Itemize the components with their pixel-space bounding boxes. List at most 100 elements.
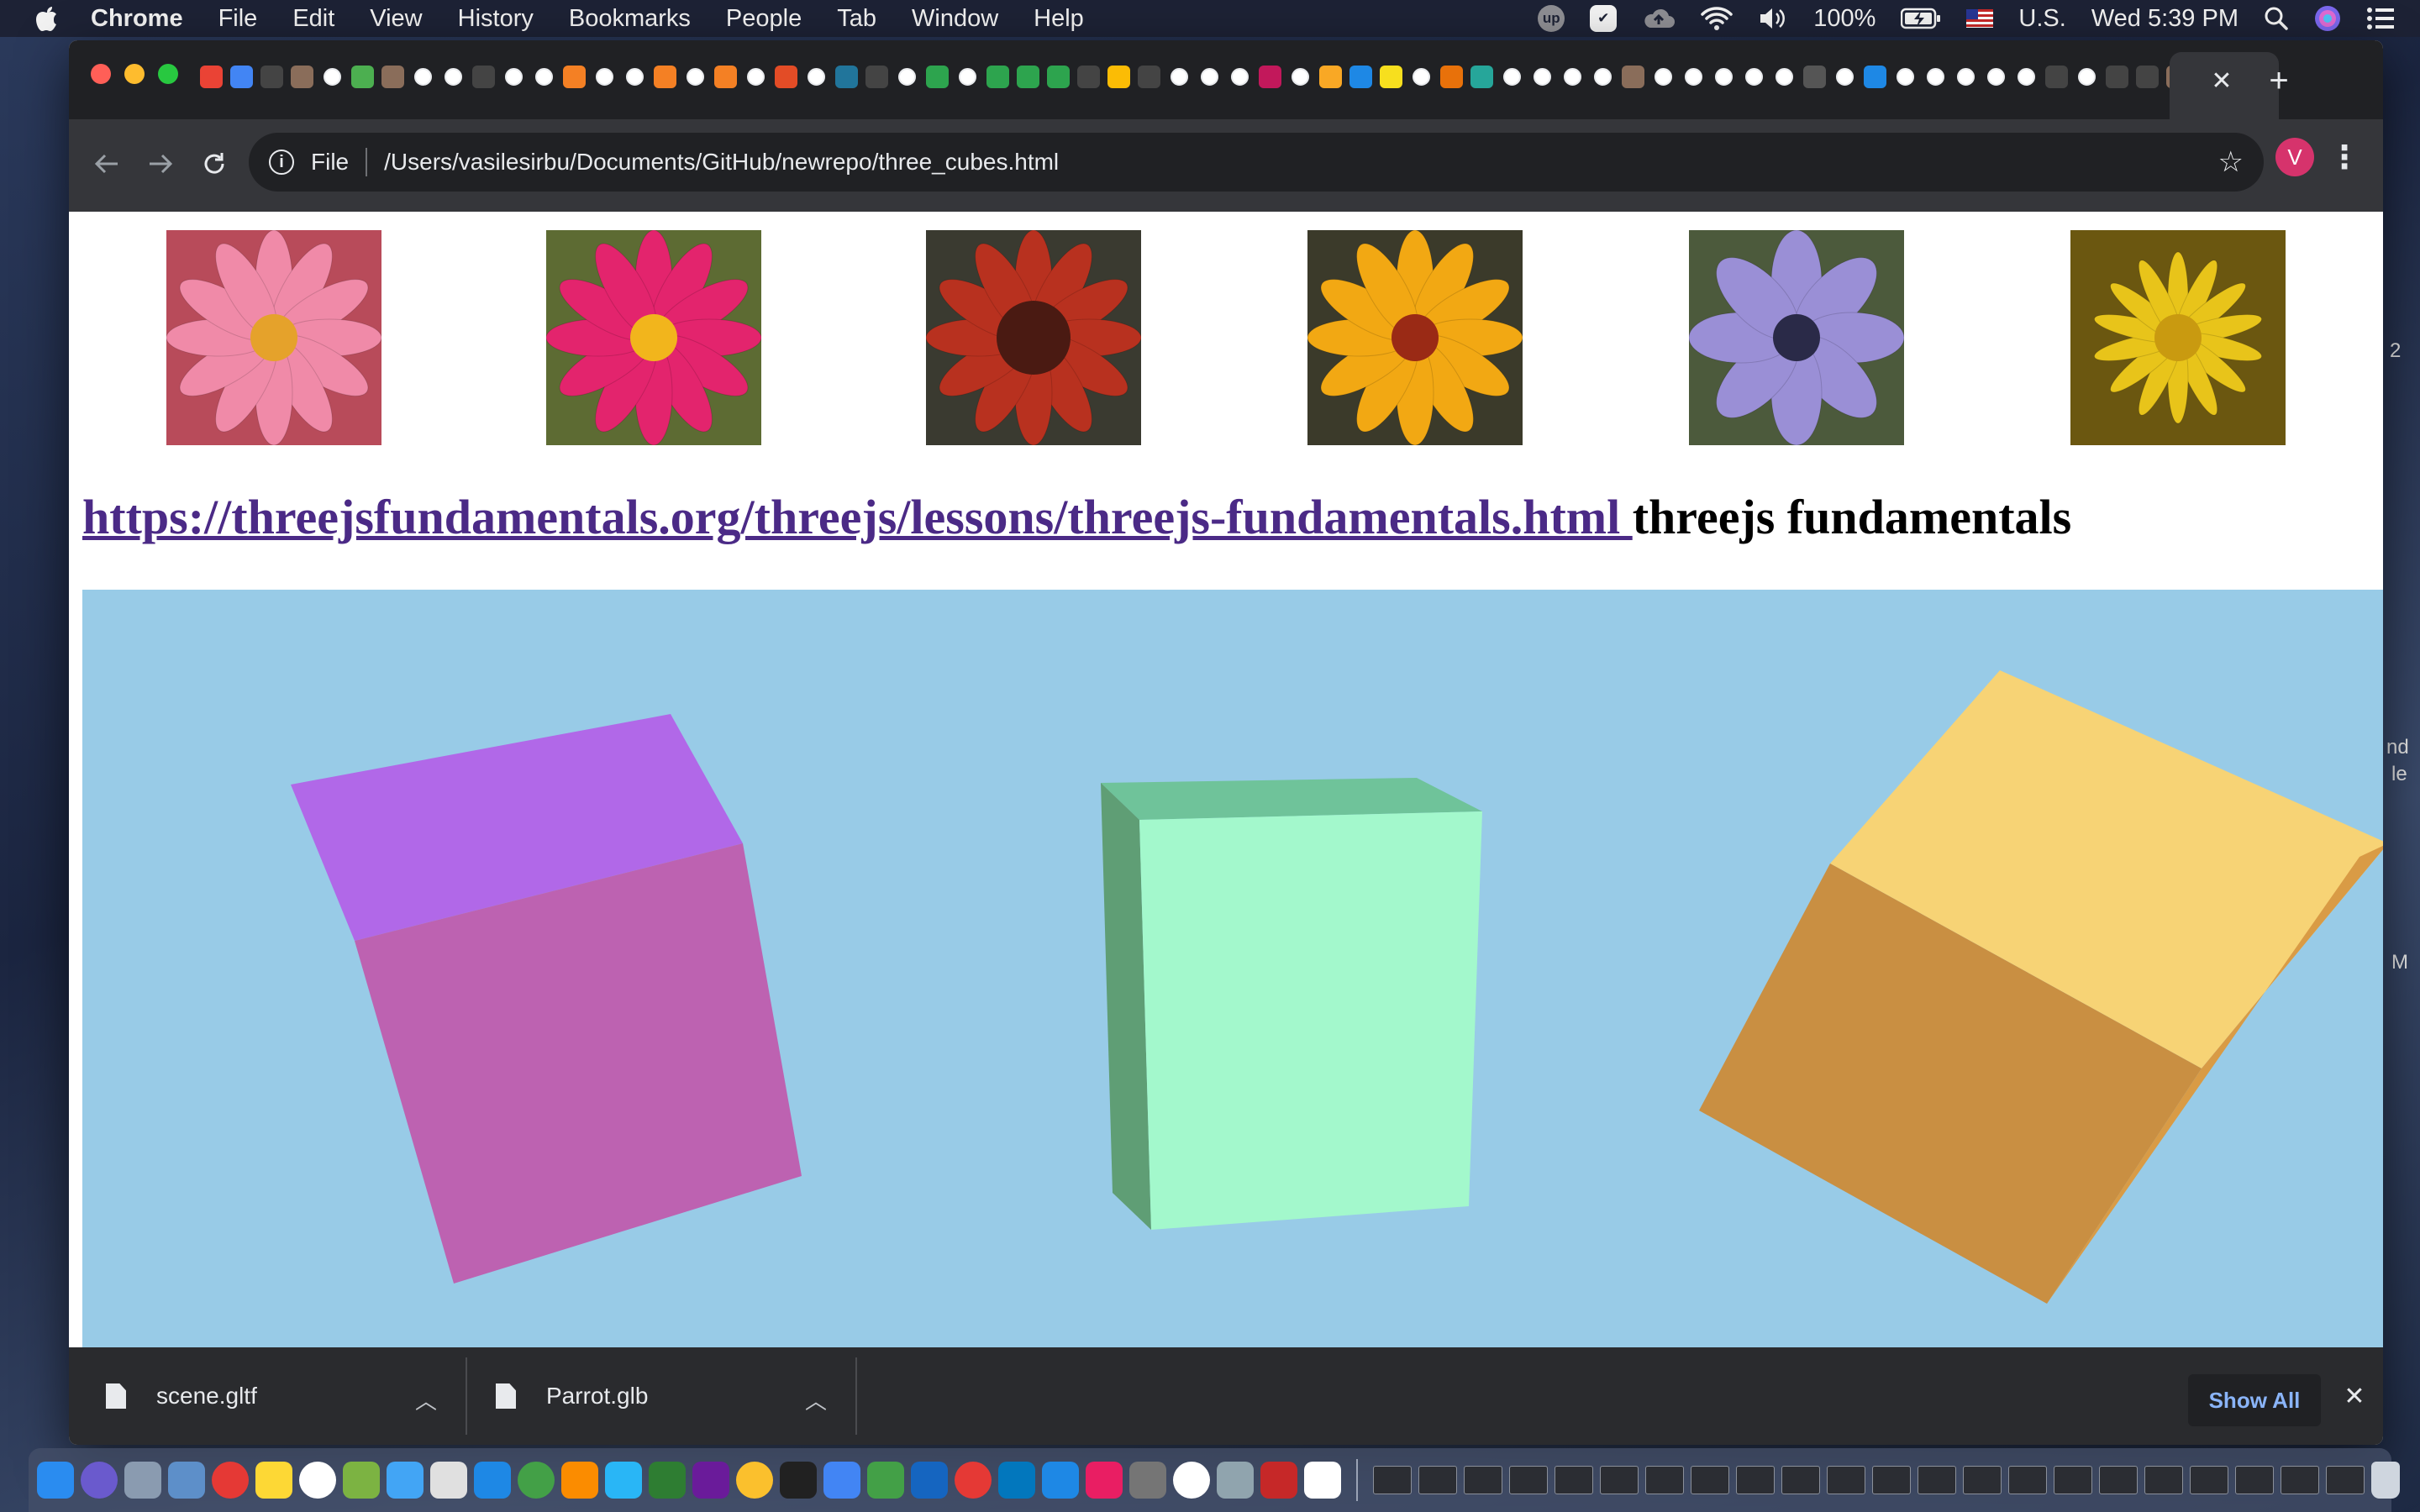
notification-center-icon[interactable] — [2366, 7, 2395, 30]
tab-favicon-icon[interactable] — [2015, 66, 2038, 88]
dock-app-icon[interactable] — [474, 1462, 511, 1499]
profile-avatar[interactable]: V — [2275, 138, 2314, 176]
menu-app-chrome[interactable]: Chrome — [91, 5, 183, 33]
tab-favicon-icon[interactable] — [926, 66, 949, 88]
tab-favicon-icon[interactable] — [1168, 66, 1191, 88]
dock-minimized-window[interactable] — [1963, 1466, 2002, 1494]
tab-favicon-icon[interactable] — [1712, 66, 1735, 88]
dock-app-icon[interactable] — [212, 1462, 249, 1499]
dock-minimized-window[interactable] — [1736, 1466, 1775, 1494]
tab-favicon-icon[interactable] — [2075, 66, 2098, 88]
tab-favicon-icon[interactable] — [472, 66, 495, 88]
menu-window[interactable]: Window — [912, 5, 998, 33]
tab-favicon-icon[interactable] — [956, 66, 979, 88]
checkmark-icon[interactable]: ✔ — [1590, 5, 1618, 32]
tab-favicon-icon[interactable] — [1985, 66, 2007, 88]
tab-favicon-icon[interactable] — [2136, 66, 2159, 88]
tab-favicon-icon[interactable] — [1803, 66, 1826, 88]
menu-history[interactable]: History — [458, 5, 534, 33]
tab-favicon-icon[interactable] — [260, 66, 283, 88]
dock-app-icon[interactable] — [692, 1462, 729, 1499]
dock-minimized-window[interactable] — [1918, 1466, 1956, 1494]
tab-favicon-icon[interactable] — [1773, 66, 1796, 88]
dock-minimized-window[interactable] — [2190, 1466, 2228, 1494]
dock-app-icon[interactable] — [561, 1462, 598, 1499]
dock-app-icon[interactable] — [81, 1462, 118, 1499]
menu-tab[interactable]: Tab — [837, 5, 876, 33]
tab-favicon-icon[interactable] — [1259, 66, 1281, 88]
tab-favicon-icon[interactable] — [896, 66, 918, 88]
tab-favicon-icon[interactable] — [623, 66, 646, 88]
tab-favicon-icon[interactable] — [563, 66, 586, 88]
chrome-menu-icon[interactable]: ⋮ — [2328, 138, 2361, 176]
tab-favicon-icon[interactable] — [1198, 66, 1221, 88]
tab-favicon-icon[interactable] — [412, 66, 434, 88]
chevron-up-icon[interactable]: ︿ — [805, 1384, 827, 1415]
menu-edit[interactable]: Edit — [292, 5, 334, 33]
dock-minimized-window[interactable] — [1827, 1466, 1865, 1494]
dock-app-icon[interactable] — [255, 1462, 292, 1499]
dock-app-icon[interactable] — [299, 1462, 336, 1499]
dock-app-icon[interactable] — [867, 1462, 904, 1499]
tab-favicon-icon[interactable] — [2106, 66, 2128, 88]
dock-minimized-window[interactable] — [1509, 1466, 1548, 1494]
dock-minimized-window[interactable] — [1373, 1466, 1412, 1494]
dock-minimized-window[interactable] — [1418, 1466, 1457, 1494]
dock-minimized-window[interactable] — [1645, 1466, 1684, 1494]
address-bar[interactable]: i File /Users/vasilesirbu/Documents/GitH… — [249, 133, 2264, 192]
tab-favicon-icon[interactable] — [230, 66, 253, 88]
tab-favicon-icon[interactable] — [1077, 66, 1100, 88]
us-flag-icon[interactable] — [1966, 9, 1994, 28]
tab-favicon-icon[interactable] — [1440, 66, 1463, 88]
forward-button[interactable] — [139, 143, 182, 185]
tab-favicon-icon[interactable] — [1864, 66, 1886, 88]
tab-favicon-icon[interactable] — [684, 66, 707, 88]
tab-favicon-icon[interactable] — [351, 66, 374, 88]
dock-app-icon[interactable] — [124, 1462, 161, 1499]
dock-app-icon[interactable] — [1304, 1462, 1341, 1499]
dock-app-icon[interactable] — [823, 1462, 860, 1499]
tab-favicon-icon[interactable] — [775, 66, 797, 88]
tab-favicon-icon[interactable] — [744, 66, 767, 88]
dock-app-icon[interactable] — [1260, 1462, 1297, 1499]
input-source-label[interactable]: U.S. — [2018, 5, 2065, 33]
tab-favicon-icon[interactable] — [1682, 66, 1705, 88]
dock-app-icon[interactable] — [1217, 1462, 1254, 1499]
spotlight-search-icon[interactable] — [2264, 6, 2289, 31]
download-item-parrot-glb[interactable]: Parrot.glb — [496, 1347, 648, 1445]
tab-favicon-icon[interactable] — [1954, 66, 1977, 88]
tab-favicon-icon[interactable] — [1349, 66, 1372, 88]
dock-app-icon[interactable] — [343, 1462, 380, 1499]
tab-favicon-icon[interactable] — [321, 66, 344, 88]
dock-minimized-window[interactable] — [2326, 1466, 2365, 1494]
menu-people[interactable]: People — [726, 5, 802, 33]
tab-favicon-icon[interactable] — [442, 66, 465, 88]
tab-favicon-icon[interactable] — [1833, 66, 1856, 88]
dock-minimized-window[interactable] — [2054, 1466, 2092, 1494]
threejs-fundamentals-link[interactable]: https://threejsfundamentals.org/threejs/… — [82, 490, 1633, 544]
dock-app-icon[interactable] — [736, 1462, 773, 1499]
dock-app-icon[interactable] — [518, 1462, 555, 1499]
reload-button[interactable] — [193, 143, 235, 185]
dock-app-icon[interactable] — [1086, 1462, 1123, 1499]
tab-favicon-icon[interactable] — [835, 66, 858, 88]
tab-favicon-icon[interactable] — [1622, 66, 1644, 88]
tab-favicon-icon[interactable] — [502, 66, 525, 88]
dock-minimized-window[interactable] — [2281, 1466, 2319, 1494]
menu-bookmarks[interactable]: Bookmarks — [569, 5, 691, 33]
tab-favicon-icon[interactable] — [1531, 66, 1554, 88]
tab-favicon-icon[interactable] — [865, 66, 888, 88]
dock-minimized-window[interactable] — [1691, 1466, 1729, 1494]
download-item-scene-gltf[interactable]: scene.gltf — [106, 1347, 257, 1445]
dock-app-icon[interactable] — [911, 1462, 948, 1499]
tab-favicon-icon[interactable] — [1652, 66, 1675, 88]
back-button[interactable] — [86, 143, 128, 185]
tab-favicon-icon[interactable] — [593, 66, 616, 88]
tab-favicon-icon[interactable] — [2045, 66, 2068, 88]
dock-minimized-window[interactable] — [2144, 1466, 2183, 1494]
url-text[interactable]: /Users/vasilesirbu/Documents/GitHub/newr… — [384, 149, 1059, 176]
dock-app-icon[interactable] — [430, 1462, 467, 1499]
trash-icon[interactable] — [2371, 1462, 2400, 1499]
dock-app-icon[interactable] — [1042, 1462, 1079, 1499]
tab-favicon-icon[interactable] — [1228, 66, 1251, 88]
